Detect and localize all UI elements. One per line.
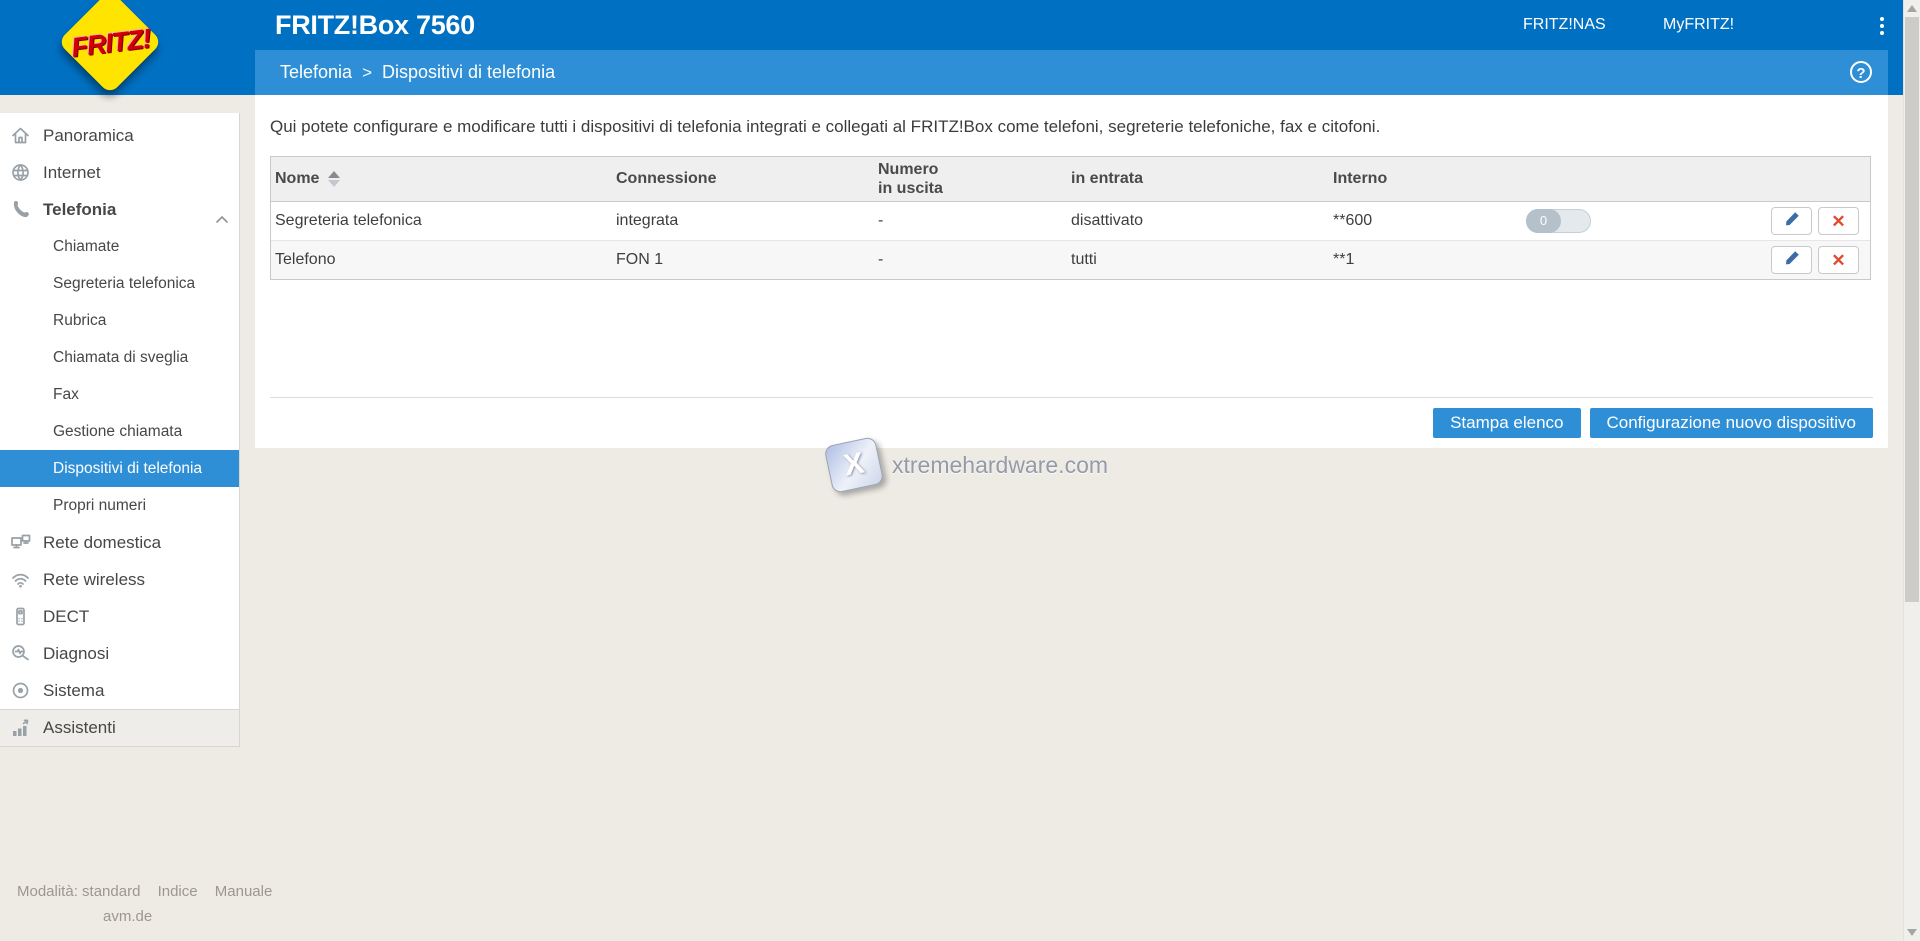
sort-icon[interactable] [328, 171, 340, 187]
scrollbar-thumb[interactable] [1905, 17, 1919, 602]
column-header-in-entrata: in entrata [1067, 170, 1329, 188]
breadcrumb-page: Dispositivi di telefonia [382, 62, 555, 82]
sidebar-item-dispositivi-di-telefonia[interactable]: Dispositivi di telefonia [0, 450, 239, 487]
cell-outgoing: - [874, 212, 1067, 230]
sidebar-item-chiamata-di-sveglia[interactable]: Chiamata di sveglia [0, 339, 239, 376]
sidebar-item-telefonia[interactable]: Telefonia [0, 191, 239, 228]
mode-label: Modalità: standard [17, 883, 140, 900]
globe-icon [10, 162, 31, 183]
footer-link-indice[interactable]: Indice [158, 883, 198, 900]
home-icon [10, 125, 31, 146]
cell-incoming: tutti [1067, 251, 1329, 269]
print-list-button[interactable]: Stampa elenco [1433, 408, 1580, 438]
pencil-icon [1783, 249, 1801, 272]
cell-name: Telefono [271, 251, 612, 269]
xtremehardware-logo-icon: X [824, 436, 885, 494]
column-header-interno: Interno [1329, 170, 1507, 188]
actions-divider [270, 397, 1873, 398]
footer-link-manuale[interactable]: Manuale [215, 883, 273, 900]
devices-table: Nome Connessione Numero in uscita in ent… [270, 156, 1871, 280]
breadcrumb: Telefonia > Dispositivi di telefonia [280, 50, 555, 95]
action-buttons: Stampa elenco Configurazione nuovo dispo… [1433, 408, 1873, 438]
fritz-logo: FRITZ! [55, 2, 167, 84]
watermark: X xtremehardware.com [828, 441, 1108, 489]
sidebar-item-rubrica[interactable]: Rubrica [0, 302, 239, 339]
kebab-menu-icon[interactable] [1874, 14, 1890, 40]
cell-connection: integrata [612, 212, 874, 230]
vertical-scrollbar[interactable] [1903, 0, 1920, 941]
edit-button[interactable] [1771, 246, 1812, 274]
pencil-icon [1783, 210, 1801, 233]
scrollbar-down-arrow-icon[interactable] [1907, 929, 1917, 936]
myfritz-link[interactable]: MyFRITZ! [1663, 0, 1734, 50]
sidebar-item-propri-numeri[interactable]: Propri numeri [0, 487, 239, 524]
sidebar-item-assistenti[interactable]: Assistenti [0, 709, 239, 746]
sidebar-item-panoramica[interactable]: Panoramica [0, 117, 239, 154]
column-header-nome[interactable]: Nome [271, 170, 612, 188]
x-icon: ✕ [1831, 213, 1845, 230]
cell-connection: FON 1 [612, 251, 874, 269]
content-panel: Qui potete configurare e modificare tutt… [255, 95, 1888, 448]
cell-incoming: disattivato [1067, 212, 1329, 230]
header-bar: FRITZ! FRITZ!Box 7560 FRITZ!NAS MyFRITZ!… [0, 0, 1903, 95]
table-row-segreteria: Segreteria telefonica integrata - disatt… [271, 202, 1870, 240]
wifi-icon [10, 569, 31, 590]
configure-new-device-button[interactable]: Configurazione nuovo dispositivo [1590, 408, 1874, 438]
chevron-up-icon [215, 203, 229, 217]
delete-button[interactable]: ✕ [1818, 246, 1859, 274]
network-icon [10, 532, 31, 553]
sidebar-item-dect[interactable]: DECT [0, 598, 239, 635]
breadcrumb-section[interactable]: Telefonia [280, 62, 352, 82]
page-title: FRITZ!Box 7560 [275, 0, 475, 50]
column-header-connessione: Connessione [612, 170, 874, 188]
sidebar-item-rete-wireless[interactable]: Rete wireless [0, 561, 239, 598]
sidebar-item-gestione-chiamata[interactable]: Gestione chiamata [0, 413, 239, 450]
cell-outgoing: - [874, 251, 1067, 269]
cell-internal: **1 [1329, 251, 1507, 269]
breadcrumb-bar: Telefonia > Dispositivi di telefonia ? [255, 50, 1888, 95]
delete-button[interactable]: ✕ [1818, 207, 1859, 235]
sidebar-item-internet[interactable]: Internet [0, 154, 239, 191]
sidebar-item-segreteria-telefonica[interactable]: Segreteria telefonica [0, 265, 239, 302]
sidebar-item-sistema[interactable]: Sistema [0, 672, 239, 709]
fritzbox-admin-page: FRITZ! FRITZ!Box 7560 FRITZ!NAS MyFRITZ!… [0, 0, 1920, 941]
sidebar-item-fax[interactable]: Fax [0, 376, 239, 413]
fritznas-link[interactable]: FRITZ!NAS [1523, 0, 1606, 50]
breadcrumb-separator: > [362, 63, 372, 82]
answering-machine-toggle[interactable]: 0 [1526, 209, 1591, 233]
diagnosis-icon [10, 643, 31, 664]
dect-handset-icon [10, 606, 31, 627]
edit-button[interactable] [1771, 207, 1812, 235]
assistant-icon [10, 718, 31, 739]
cell-name: Segreteria telefonica [271, 212, 612, 230]
sidebar-item-rete-domestica[interactable]: Rete domestica [0, 524, 239, 561]
footer-link-avm[interactable]: avm.de [103, 908, 152, 925]
help-icon[interactable]: ? [1850, 61, 1872, 83]
watermark-text: xtremehardware.com [892, 452, 1108, 479]
scrollbar-up-arrow-icon[interactable] [1907, 5, 1917, 12]
phone-icon [10, 199, 31, 220]
page-description: Qui potete configurare e modificare tutt… [255, 95, 1888, 137]
column-header-numero-in-uscita: Numero in uscita [874, 160, 1067, 198]
sidebar-item-diagnosi[interactable]: Diagnosi [0, 635, 239, 672]
sidebar-nav: Panoramica Internet Telefonia Chiamate S… [0, 113, 240, 747]
cell-internal: **600 [1329, 212, 1507, 230]
table-row-telefono: Telefono FON 1 - tutti **1 ✕ [271, 240, 1870, 279]
system-icon [10, 680, 31, 701]
table-header-row: Nome Connessione Numero in uscita in ent… [271, 157, 1870, 202]
toggle-thumb[interactable]: 0 [1526, 209, 1561, 233]
x-icon: ✕ [1831, 252, 1845, 269]
sidebar-item-chiamate[interactable]: Chiamate [0, 228, 239, 265]
